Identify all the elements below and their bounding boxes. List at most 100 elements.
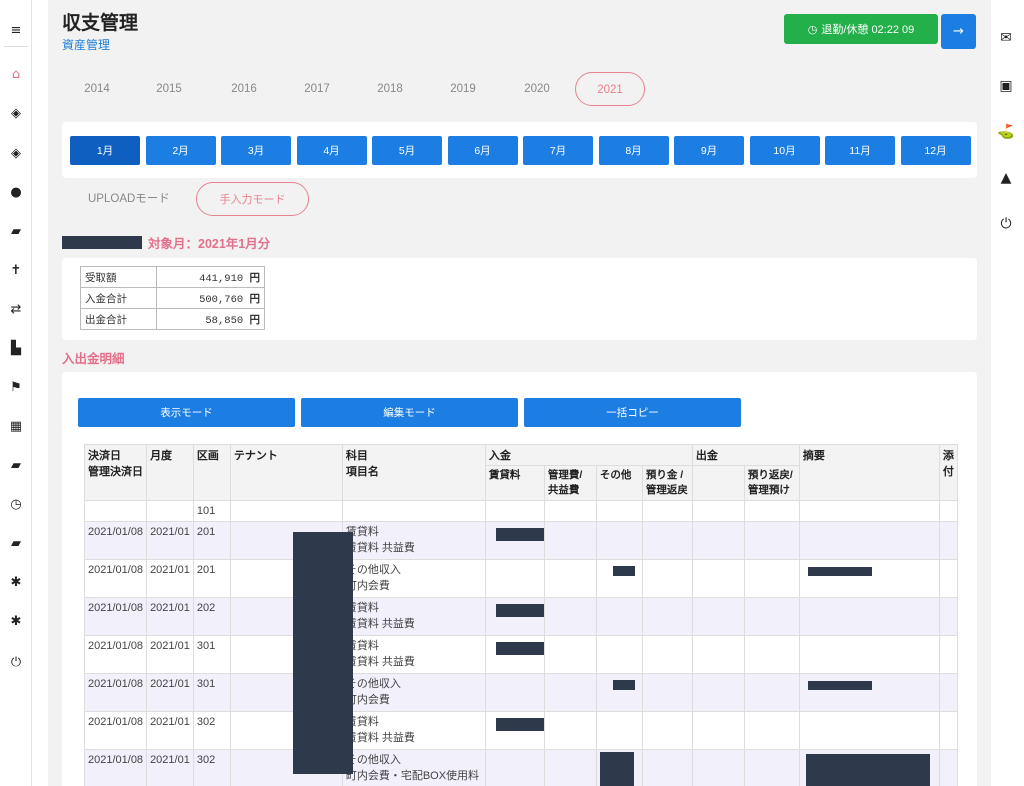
view-mode-button[interactable]: 表示モード [78,398,295,427]
cell-attachment [938,749,958,786]
col-header-month[interactable]: 月度 [146,444,194,501]
col-header-deposit[interactable]: 預り金 / 管理返戻 [641,465,693,501]
col-header-section[interactable]: 区画 [192,444,231,501]
month-tab-7[interactable]: 7月 [523,136,593,165]
breadcrumb-asset-management[interactable]: 資産管理 [62,36,110,53]
money-icon[interactable]: ◈ [4,101,28,125]
year-tab-2016[interactable]: 2016 [209,72,279,106]
table-row[interactable]: 2021/01/08 2021/01 201 賃貸料 賃貸料 共益費 [83,521,958,560]
notebook-icon[interactable]: ▰ [4,531,28,555]
month-tab-9[interactable]: 9月 [674,136,744,165]
cell-mgmt-fee [543,597,597,636]
manual-mode-tab[interactable]: 手入力モード [196,182,309,216]
gear-icon[interactable]: ✱ [4,570,28,594]
cell-subject [341,500,486,522]
calendar-icon[interactable]: ▣ [994,74,1018,98]
month-tab-2[interactable]: 2月 [145,136,216,165]
col-header-subject[interactable]: 科目 項目名 [341,444,486,501]
table-row[interactable]: 2021/01/08 2021/01 301 その他収入 町内会費 [83,673,958,712]
cell-rent [484,521,545,560]
upload-mode-tab[interactable]: UPLOADモード [88,190,170,206]
year-tab-2018[interactable]: 2018 [355,72,425,106]
col-header-attachment[interactable]: 添付 [938,444,958,501]
power-icon[interactable]: ⏻ [994,212,1018,236]
cell-deposit [641,673,693,712]
power-icon[interactable]: ⏻ [4,650,28,674]
menu-icon[interactable]: ≡ [4,18,28,42]
cell-expense [691,521,745,560]
month-tab-12[interactable]: 12月 [900,136,971,165]
year-tab-2019[interactable]: 2019 [428,72,498,106]
month-tab-6[interactable]: 6月 [447,136,518,165]
month-tab-4[interactable]: 4月 [296,136,367,165]
col-header-tenant[interactable]: テナント [229,444,343,501]
building-icon[interactable]: ▙ [4,336,28,360]
month-tab-11[interactable]: 11月 [825,136,895,165]
month-tab-1[interactable]: 1月 [70,136,140,165]
next-button[interactable]: → [941,14,976,49]
redacted-amount [495,604,544,617]
money-stack-icon[interactable]: ◈ [4,141,28,165]
book-icon[interactable]: ▰ [4,453,28,477]
clock-out-button[interactable]: ◷ 退勤/休憩 02:22 09 [784,14,938,44]
cell-section-link[interactable]: 302 [192,711,231,750]
table-row[interactable]: 2021/01/08 2021/01 302 賃貸料 賃貸料 共益費 [83,711,958,750]
home-icon[interactable]: ⌂ [4,62,28,86]
summary-row: 出金合計 58,850 円 [80,308,265,330]
cell-section-link[interactable]: 302 [192,749,231,786]
col-header-memo[interactable]: 摘要 [798,444,940,501]
col-header-other[interactable]: その他 [595,465,643,501]
cell-expense [691,597,745,636]
bulk-copy-button[interactable]: 一括コピー [524,398,741,427]
flag-icon[interactable]: ⚑ [4,375,28,399]
table-row[interactable]: 2021/01/08 2021/01 201 その他収入 町内会費 [83,559,958,598]
cell-section-link[interactable]: 301 [192,635,231,674]
year-tab-2021[interactable]: 2021 [575,72,645,106]
edit-mode-button[interactable]: 編集モード [301,398,518,427]
cell-mgmt-fee [543,559,597,598]
cell-other [595,597,643,636]
rail-divider [4,46,28,47]
users-icon[interactable]: ● [4,180,28,204]
cell-memo [798,500,940,522]
person-run-icon[interactable]: ✝ [4,258,28,282]
cell-date: 2021/01/08 [83,635,148,674]
year-tab-2020[interactable]: 2020 [502,72,572,106]
table-row[interactable]: 2021/01/08 2021/01 301 賃貸料 賃貸料 共益費 [83,635,958,674]
cell-section-link[interactable]: 301 [192,673,231,712]
col-header-rent[interactable]: 賃貸料 [484,465,545,501]
cell-date: 2021/01/08 [83,597,148,636]
drive-icon[interactable]: ▲ [994,166,1018,190]
table-row[interactable]: 101 [83,500,958,522]
cell-rent [484,673,545,712]
year-tab-2014[interactable]: 2014 [62,72,132,106]
table-row[interactable]: 2021/01/08 2021/01 302 その他収入 町内会費・宅配BOX使用料 [83,749,958,786]
col-header-date[interactable]: 決済日 管理決済日 [83,444,148,501]
gear-icon[interactable]: ✱ [4,609,28,633]
cell-month: 2021/01 [146,635,194,674]
col-header-mgmt-fee[interactable]: 管理費/共益費 [543,465,597,501]
wallet-icon[interactable]: ▰ [4,219,28,243]
year-tab-2015[interactable]: 2015 [134,72,204,106]
clock-icon[interactable]: ◷ [4,492,28,516]
cell-section-link[interactable]: 202 [192,597,231,636]
calculator-icon[interactable]: ▦ [4,414,28,438]
cell-subject: その他収入 町内会費 [341,559,486,598]
map-icon[interactable]: ⛳ [994,120,1018,144]
col-header-refund[interactable]: 預り返戻/管理預け [743,465,800,501]
month-tab-8[interactable]: 8月 [598,136,669,165]
cell-subject: その他収入 町内会費・宅配BOX使用料 [341,749,486,786]
mail-icon[interactable]: ✉ [994,26,1018,50]
cell-section-link[interactable]: 201 [192,559,231,598]
cell-mgmt-fee [543,711,597,750]
table-row[interactable]: 2021/01/08 2021/01 202 賃貸料 賃貸料 共益費 [83,597,958,636]
cell-section-link[interactable]: 101 [192,500,231,522]
year-tab-2017[interactable]: 2017 [282,72,352,106]
month-tab-10[interactable]: 10月 [749,136,820,165]
cell-mgmt-fee [543,500,597,522]
cell-expense [691,500,745,522]
cell-section-link[interactable]: 201 [192,521,231,560]
exchange-icon[interactable]: ⇄ [4,297,28,321]
month-tab-5[interactable]: 5月 [372,136,442,165]
month-tab-3[interactable]: 3月 [221,136,291,165]
